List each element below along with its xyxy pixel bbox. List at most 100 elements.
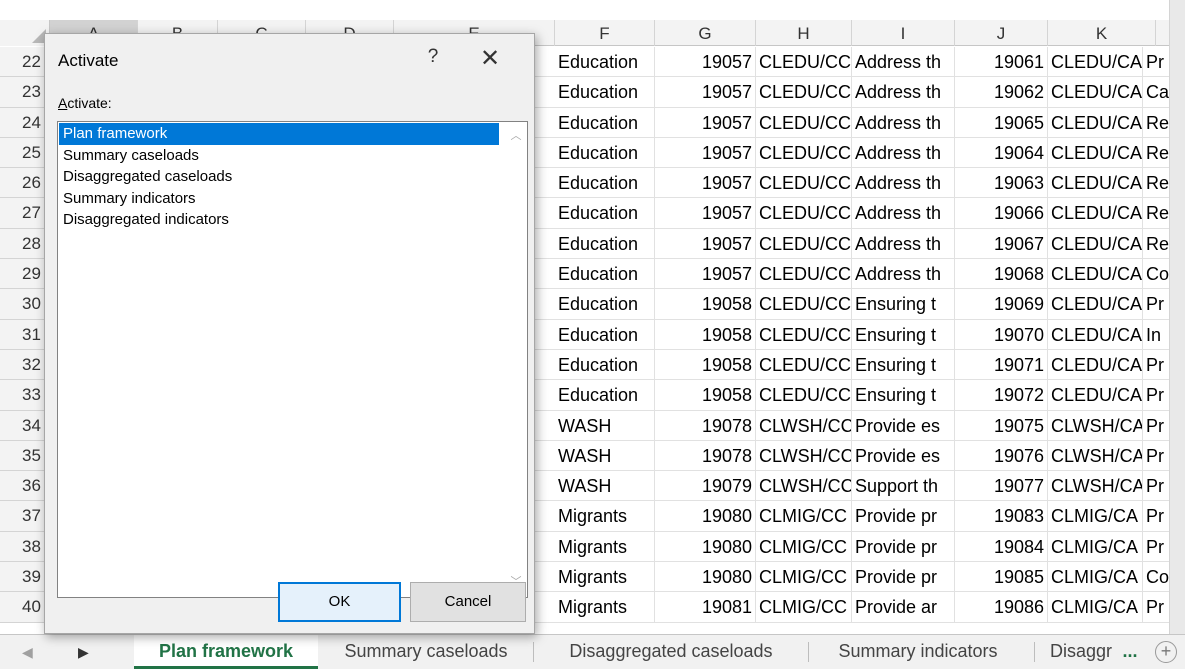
row-header[interactable]: 31 [0, 319, 50, 350]
row-header[interactable]: 22 [0, 47, 50, 78]
cell-i[interactable]: Provide pr [852, 562, 955, 593]
cell-k[interactable]: CLWSH/CA [1048, 410, 1143, 441]
cell-j[interactable]: 19062 [955, 77, 1048, 108]
cell-i[interactable]: Address th [852, 47, 955, 77]
column-header-k[interactable]: K [1048, 20, 1156, 46]
sheet-list-item[interactable]: Disaggregated caseloads [59, 166, 499, 188]
cell-l[interactable]: Pr [1143, 532, 1169, 562]
cell-g[interactable]: 19057 [655, 137, 756, 168]
sheet-tab-summary-caseloads[interactable]: Summary caseloads [322, 635, 530, 669]
cell-g[interactable]: 19058 [655, 289, 756, 320]
sheet-list-box[interactable]: Plan framework Summary caseloads Disaggreg… [57, 121, 528, 598]
cell-l[interactable]: Pr [1143, 592, 1169, 622]
cell-j[interactable]: 19083 [955, 501, 1048, 532]
row-header[interactable]: 24 [0, 107, 50, 138]
cell-j[interactable]: 19068 [955, 259, 1048, 290]
cell-k[interactable]: CLMIG/CA [1048, 501, 1143, 532]
cell-h[interactable]: CLEDU/CC [756, 107, 852, 138]
cell-j[interactable]: 19067 [955, 228, 1048, 259]
cell-f[interactable]: Education [555, 47, 655, 77]
cell-i[interactable]: Ensuring t [852, 319, 955, 350]
cell-i[interactable]: Address th [852, 77, 955, 108]
cell-k[interactable]: CLMIG/CA [1048, 562, 1143, 593]
row-header[interactable]: 40 [0, 592, 50, 623]
cell-f[interactable]: Education [555, 77, 655, 108]
cell-f[interactable]: Education [555, 319, 655, 350]
sheet-list-item[interactable]: Summary indicators [59, 188, 499, 210]
cell-j[interactable]: 19075 [955, 410, 1048, 441]
cell-g[interactable]: 19057 [655, 47, 756, 77]
cell-k[interactable]: CLEDU/CA [1048, 349, 1143, 380]
cell-g[interactable]: 19058 [655, 319, 756, 350]
cell-g[interactable]: 19057 [655, 77, 756, 108]
cell-j[interactable]: 19071 [955, 349, 1048, 380]
column-header-j[interactable]: J [955, 20, 1048, 46]
cell-h[interactable]: CLWSH/CC [756, 440, 852, 471]
cell-l[interactable]: Pr [1143, 380, 1169, 410]
cell-f[interactable]: Education [555, 228, 655, 259]
cell-k[interactable]: CLEDU/CA [1048, 77, 1143, 108]
ok-button[interactable]: OK [278, 582, 401, 622]
cell-f[interactable]: Education [555, 259, 655, 290]
cell-j[interactable]: 19072 [955, 380, 1048, 411]
cell-j[interactable]: 19061 [955, 47, 1048, 77]
row-header[interactable]: 37 [0, 501, 50, 532]
cell-i[interactable]: Address th [852, 228, 955, 259]
row-header[interactable]: 39 [0, 562, 50, 593]
cell-l[interactable]: Pr [1143, 501, 1169, 531]
cell-i[interactable]: Provide ar [852, 592, 955, 623]
cell-f[interactable]: Migrants [555, 531, 655, 562]
sheet-list-item[interactable]: Summary caseloads [59, 145, 499, 167]
cell-h[interactable]: CLEDU/CC [756, 137, 852, 168]
cell-j[interactable]: 19070 [955, 319, 1048, 350]
cell-f[interactable]: Education [555, 107, 655, 138]
cell-j[interactable]: 19076 [955, 440, 1048, 471]
cell-f[interactable]: WASH [555, 440, 655, 471]
tab-scroll-right-icon[interactable]: ▶ [78, 635, 89, 669]
cell-h[interactable]: CLEDU/CC [756, 47, 852, 77]
cell-j[interactable]: 19066 [955, 198, 1048, 229]
cell-k[interactable]: CLMIG/CA [1048, 592, 1143, 623]
cell-g[interactable]: 19057 [655, 107, 756, 138]
row-header[interactable]: 25 [0, 137, 50, 169]
cell-i[interactable]: Ensuring t [852, 289, 955, 320]
row-header[interactable]: 36 [0, 471, 50, 502]
row-header[interactable]: 23 [0, 77, 50, 108]
cell-h[interactable]: CLMIG/CC [756, 531, 852, 562]
cell-l[interactable]: Pr [1143, 471, 1169, 501]
cell-k[interactable]: CLEDU/CA [1048, 107, 1143, 138]
row-header[interactable]: 35 [0, 440, 50, 472]
cell-k[interactable]: CLEDU/CA [1048, 319, 1143, 350]
cell-l[interactable]: Pr [1143, 350, 1169, 380]
scroll-up-icon[interactable]: ︿ [508, 128, 524, 144]
cell-g[interactable]: 19057 [655, 228, 756, 259]
cell-f[interactable]: WASH [555, 471, 655, 502]
cell-h[interactable]: CLEDU/CC [756, 259, 852, 290]
cell-g[interactable]: 19081 [655, 592, 756, 623]
cell-l[interactable]: Co [1143, 259, 1169, 289]
cell-g[interactable]: 19057 [655, 198, 756, 229]
cell-l[interactable]: In [1143, 320, 1169, 350]
list-scrollbar[interactable]: ︿ ﹀ [505, 122, 527, 597]
cell-k[interactable]: CLEDU/CA [1048, 228, 1143, 259]
cell-i[interactable]: Provide es [852, 410, 955, 441]
row-header[interactable]: 28 [0, 228, 50, 260]
cell-h[interactable]: CLWSH/CC [756, 410, 852, 441]
cell-h[interactable]: CLEDU/CC [756, 198, 852, 229]
cell-g[interactable]: 19080 [655, 562, 756, 593]
cell-h[interactable]: CLEDU/CC [756, 380, 852, 411]
cell-k[interactable]: CLEDU/CA [1048, 380, 1143, 411]
cell-k[interactable]: CLEDU/CA [1048, 198, 1143, 229]
cell-i[interactable]: Address th [852, 259, 955, 290]
cell-l[interactable]: Re [1143, 108, 1169, 138]
cell-h[interactable]: CLEDU/CC [756, 349, 852, 380]
cell-h[interactable]: CLMIG/CC [756, 562, 852, 593]
cell-l[interactable]: Pr [1143, 47, 1169, 77]
row-header[interactable]: 30 [0, 289, 50, 320]
cell-i[interactable]: Ensuring t [852, 380, 955, 411]
sheet-tab-disaggregated-caseloads[interactable]: Disaggregated caseloads [540, 635, 802, 669]
cell-f[interactable]: Migrants [555, 562, 655, 593]
row-header[interactable]: 27 [0, 198, 50, 229]
cell-f[interactable]: Migrants [555, 501, 655, 532]
cell-g[interactable]: 19058 [655, 380, 756, 411]
